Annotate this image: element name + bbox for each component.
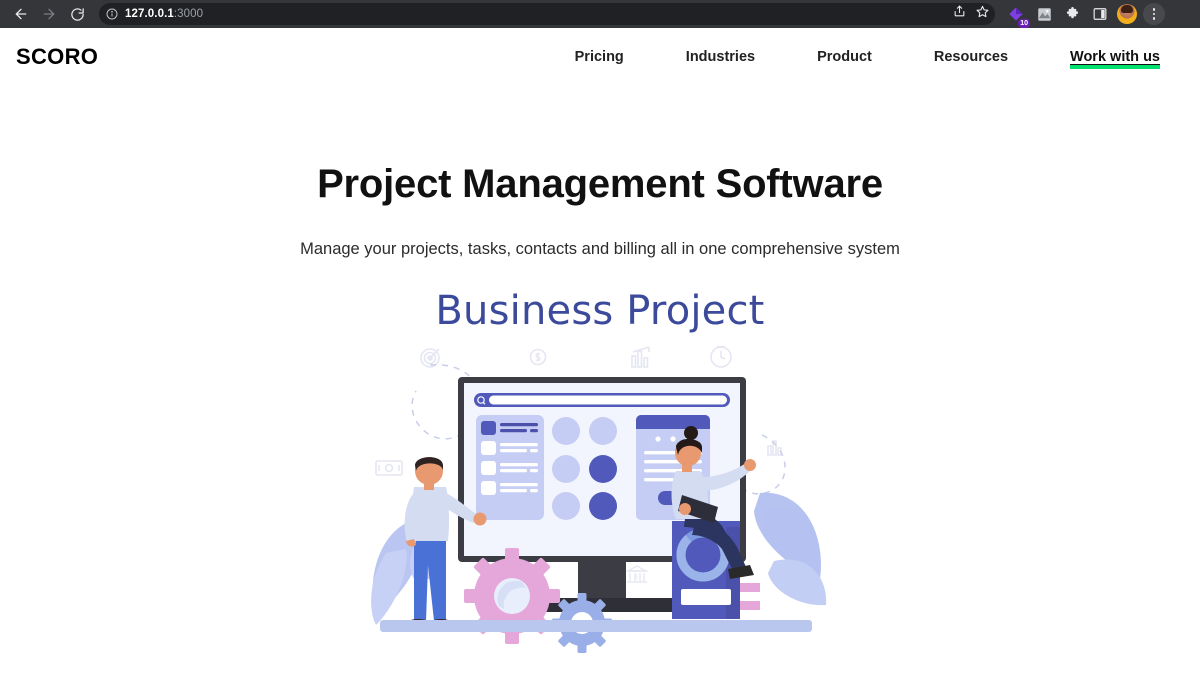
forward-button[interactable] bbox=[36, 2, 62, 26]
address-bar[interactable]: 127.0.0.1:3000 bbox=[99, 3, 995, 25]
dollar-coin-icon bbox=[529, 348, 547, 366]
person-left-torso bbox=[411, 487, 450, 541]
grayscale-extension-icon[interactable] bbox=[1033, 3, 1055, 25]
url-port: :3000 bbox=[173, 8, 204, 20]
omnibox-actions bbox=[953, 3, 989, 25]
side-panel-icon[interactable] bbox=[1089, 3, 1111, 25]
person-left-legs bbox=[414, 539, 446, 621]
leaf-decoration-right bbox=[754, 492, 827, 606]
bookmark-star-icon[interactable] bbox=[976, 5, 989, 23]
browser-toolbar: 127.0.0.1:3000 10 bbox=[0, 0, 1200, 28]
browser-nav-buttons bbox=[8, 2, 90, 26]
hair-bun bbox=[684, 426, 698, 440]
purple-diamond-extension-icon[interactable]: 10 bbox=[1005, 3, 1030, 28]
main-navigation: Pricing Industries Product Resources Wor… bbox=[544, 45, 1184, 69]
nav-item-resources[interactable]: Resources bbox=[903, 45, 1039, 69]
back-button[interactable] bbox=[8, 2, 34, 26]
nav-item-industries[interactable]: Industries bbox=[655, 45, 786, 69]
extensions-area: 10 bbox=[1005, 3, 1165, 28]
url-text: 127.0.0.1:3000 bbox=[125, 8, 203, 20]
puzzle-piece-icon[interactable] bbox=[1061, 3, 1083, 25]
nav-item-product[interactable]: Product bbox=[786, 45, 903, 69]
ground-bar bbox=[380, 620, 812, 632]
nav-item-work-with-us[interactable]: Work with us bbox=[1039, 45, 1184, 69]
site-header: SCORO Pricing Industries Product Resourc… bbox=[0, 28, 1200, 85]
clock-icon bbox=[710, 346, 732, 368]
money-note-icon bbox=[375, 460, 403, 476]
business-project-illustration: $ bbox=[371, 346, 827, 653]
nav-item-pricing[interactable]: Pricing bbox=[544, 45, 655, 69]
three-dot-menu-icon[interactable] bbox=[1143, 3, 1165, 25]
monitor-stand-neck bbox=[578, 562, 626, 598]
extension-badge-count: 10 bbox=[1018, 19, 1030, 28]
site-logo[interactable]: SCORO bbox=[16, 44, 98, 70]
reload-button[interactable] bbox=[64, 2, 90, 26]
screen-search-bar bbox=[474, 393, 730, 407]
page-title: Project Management Software bbox=[317, 162, 883, 206]
hero-subtitle: Manage your projects, tasks, contacts an… bbox=[300, 240, 900, 258]
page-content: SCORO Pricing Industries Product Resourc… bbox=[0, 28, 1200, 694]
hero-section: Project Management Software Manage your … bbox=[0, 162, 1200, 259]
hero-illustration: Business Project $ bbox=[370, 291, 830, 671]
illustration-title: Business Project bbox=[435, 288, 765, 334]
bar-chart-icon bbox=[631, 346, 650, 368]
site-info-icon[interactable] bbox=[106, 8, 118, 20]
profile-avatar[interactable] bbox=[1117, 4, 1137, 24]
url-host: 127.0.0.1 bbox=[125, 8, 174, 20]
share-icon[interactable] bbox=[953, 5, 966, 23]
screen-checklist-card bbox=[476, 415, 544, 520]
